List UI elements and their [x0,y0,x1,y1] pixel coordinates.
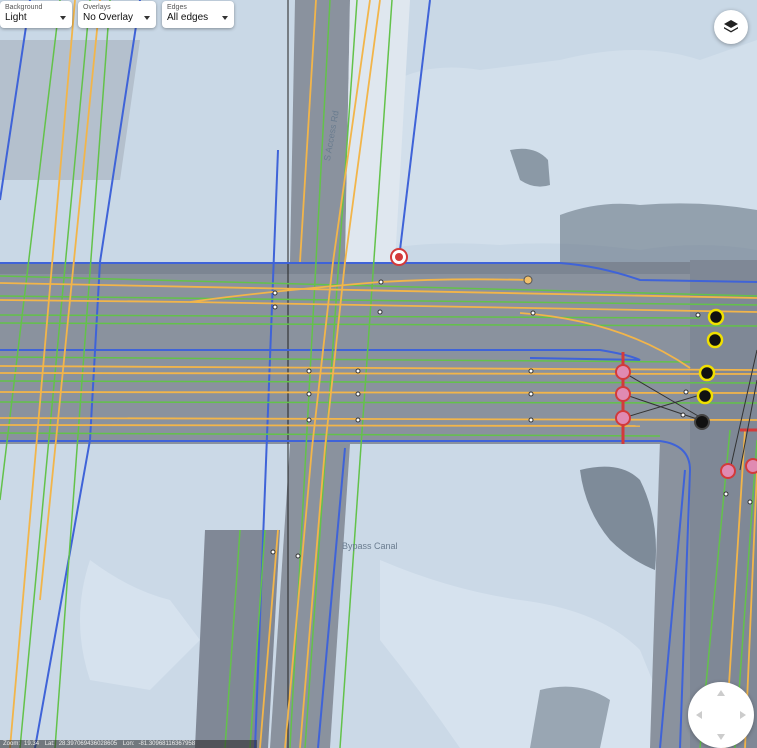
edges-select[interactable]: Edges All edges [162,1,234,28]
background-select-label: Background [5,4,43,11]
chevron-down-icon [144,16,150,20]
lon-value: -81.30968116367958 [138,741,196,747]
pan-left-icon[interactable] [696,711,702,719]
status-bar: Zoom: 19.34 Lat: 28.397069436028605 Lon: -8… [0,740,257,748]
overlays-select-label: Overlays [83,4,111,11]
overlays-select-value: No Overlay [83,12,134,23]
edges-select-label: Edges [167,4,187,11]
zoom-value: 19.34 [24,741,40,747]
pan-up-icon[interactable] [717,690,725,696]
canal-label: Bypass Canal [342,541,398,551]
background-select[interactable]: Background Light [0,1,72,28]
lat-label: Lat: [44,741,55,747]
background-select-value: Light [5,12,27,23]
overlays-select[interactable]: Overlays No Overlay [78,1,156,28]
chevron-down-icon [60,16,66,20]
map-canvas[interactable] [0,0,757,748]
zoom-label: Zoom: [3,741,21,747]
layers-icon [724,20,738,33]
chevron-down-icon [222,16,228,20]
pan-right-icon[interactable] [740,711,746,719]
edges-select-value: All edges [167,12,209,23]
pan-down-icon[interactable] [717,734,725,740]
layers-button[interactable] [714,10,748,44]
lon-label: Lon: [122,741,135,747]
lat-value: 28.397069436028605 [58,741,118,747]
navigation-pad[interactable] [688,682,754,748]
stop-sign-icon [390,248,408,266]
